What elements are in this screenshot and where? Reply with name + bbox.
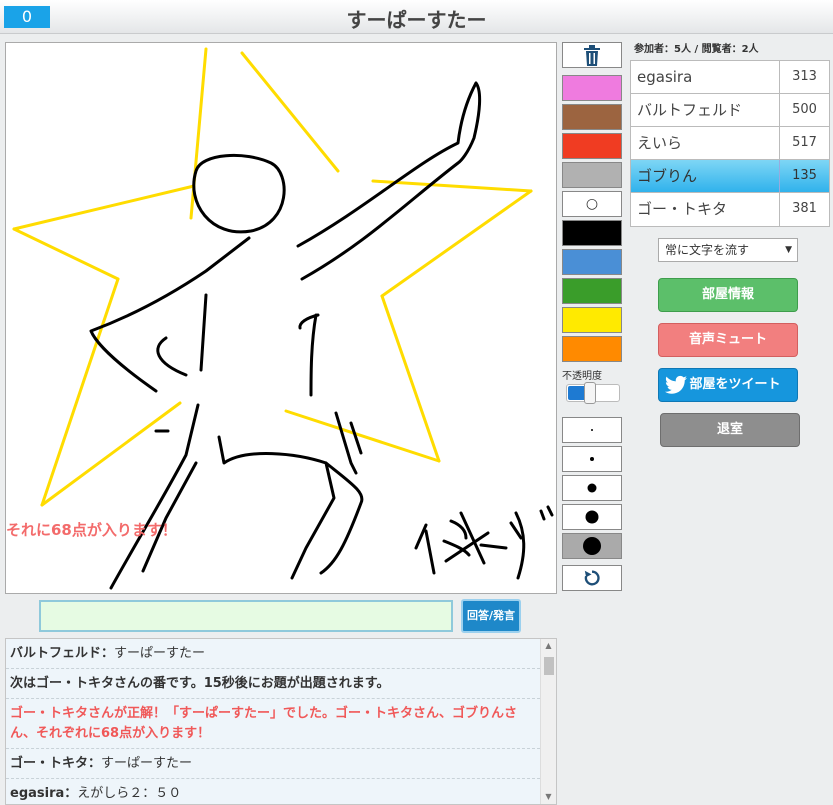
color-swatch-red[interactable]: [562, 133, 622, 159]
text-flow-select-value: 常に文字を流す: [665, 243, 750, 257]
player-row: バルトフェルド 500: [631, 94, 829, 127]
chat-text: 次はゴー・トキタさんの番です。15秒後にお題が出題されます。: [10, 676, 390, 691]
player-name: ゴブりん: [631, 160, 780, 192]
tweet-button-label: 部屋をツイート: [689, 377, 781, 392]
color-swatch-orange[interactable]: [562, 336, 622, 362]
scroll-thumb[interactable]: [544, 657, 554, 675]
player-row: えいら 517: [631, 127, 829, 160]
color-swatch-yellow[interactable]: [562, 307, 622, 333]
room-panel: 参加者：5人 / 閲覧者：2人 egasira 313 バルトフェルド 500 えいら 5…: [630, 42, 830, 447]
chat-text: すーぱーすたー: [101, 756, 193, 771]
text-flow-select[interactable]: 常に文字を流す ▼: [658, 238, 798, 262]
exit-button[interactable]: 退室: [660, 413, 800, 447]
player-name: egasira: [631, 61, 780, 93]
chat-message: バルトフェルド：すーぱーすたー: [6, 639, 540, 669]
brush-dot-icon: [587, 483, 597, 493]
chat-scrollbar[interactable]: ▲ ▼: [540, 639, 556, 804]
color-swatch-brown[interactable]: [562, 104, 622, 130]
player-row: ゴブりん 135: [631, 160, 829, 193]
player-score: 517: [792, 135, 817, 150]
scroll-down-icon[interactable]: ▼: [541, 790, 556, 804]
color-swatch-green[interactable]: [562, 278, 622, 304]
brush-dot-icon: [590, 457, 594, 461]
answer-input-row: 回答/発言: [5, 594, 557, 638]
brush-size-xl-button[interactable]: [562, 533, 622, 559]
player-score: 500: [792, 102, 817, 117]
color-swatch-black[interactable]: [562, 220, 622, 246]
chat-log: ▲ ▼ バルトフェルド：すーぱーすたー 次はゴー・トキタさんの番です。15秒後にお…: [5, 638, 557, 805]
brush-size-m-button[interactable]: [562, 475, 622, 501]
chat-text: えがしら２：５０: [77, 786, 182, 801]
drawing-image: [12, 47, 554, 590]
answer-button[interactable]: 回答/発言: [461, 599, 521, 633]
twitter-bird-icon: [665, 375, 687, 394]
player-score: 313: [792, 69, 817, 84]
player-score: 381: [792, 201, 817, 216]
brush-size-xs-button[interactable]: [562, 417, 622, 443]
player-score: 135: [792, 168, 817, 183]
opacity-slider[interactable]: [566, 382, 620, 404]
chat-text: すーぱーすたー: [114, 646, 206, 661]
mute-button[interactable]: 音声ミュート: [658, 323, 798, 357]
player-name: バルトフェルド: [631, 94, 780, 126]
player-name: ゴー・トキタ: [631, 193, 780, 226]
page-title: すーぱーすたー: [346, 8, 487, 32]
color-swatch-gray[interactable]: [562, 162, 622, 188]
chat-message: 次はゴー・トキタさんの番です。15秒後にお題が出題されます。: [6, 669, 540, 699]
tweet-button[interactable]: 部屋をツイート: [658, 368, 798, 402]
color-swatch-pink[interactable]: [562, 75, 622, 101]
chat-author: ゴー・トキタ：: [10, 756, 102, 771]
color-swatch-blue[interactable]: [562, 249, 622, 275]
chat-message: ゴー・トキタ：すーぱーすたー: [6, 749, 540, 779]
brush-dot-icon: [585, 510, 599, 524]
brush-dot-icon: [583, 537, 601, 555]
header-bar: 0 すーぱーすたー: [0, 0, 833, 34]
player-list: egasira 313 バルトフェルド 500 えいら 517 ゴブりん 135 ゴー・トキタ 3…: [630, 60, 830, 227]
eraser-button[interactable]: ○: [562, 191, 622, 217]
player-name: えいら: [631, 127, 780, 159]
chat-author: バルトフェルド：: [10, 646, 115, 661]
undo-button[interactable]: [562, 565, 622, 591]
chevron-down-icon: ▼: [785, 245, 792, 255]
brush-dot-icon: [591, 429, 593, 431]
chat-message: egasira：えがしら２：５０: [6, 779, 540, 804]
clear-canvas-button[interactable]: [562, 42, 622, 68]
room-info-button[interactable]: 部屋情報: [658, 278, 798, 312]
trash-icon: [584, 45, 600, 66]
opacity-thumb[interactable]: [584, 382, 596, 404]
participant-counts: 参加者：5人 / 閲覧者：2人: [634, 44, 759, 55]
chat-text: ゴー・トキタさんが正解！「すーぱーすたー」でした。ゴー・トキタさん、ゴブりんさん…: [10, 706, 518, 741]
flowing-text: それに68点が入ります！: [6, 521, 177, 539]
player-row: ゴー・トキタ 381: [631, 193, 829, 226]
chat-author: egasira：: [10, 786, 78, 801]
player-row: egasira 313: [631, 61, 829, 94]
brush-size-l-button[interactable]: [562, 504, 622, 530]
answer-input[interactable]: [39, 600, 453, 632]
drawing-canvas[interactable]: それに68点が入ります！: [5, 42, 557, 594]
undo-icon: [584, 570, 600, 586]
brush-size-s-button[interactable]: [562, 446, 622, 472]
scroll-up-icon[interactable]: ▲: [541, 639, 556, 653]
chat-message: ゴー・トキタさんが正解！「すーぱーすたー」でした。ゴー・トキタさん、ゴブりんさん…: [6, 699, 540, 749]
opacity-label: 不透明度: [562, 371, 602, 382]
